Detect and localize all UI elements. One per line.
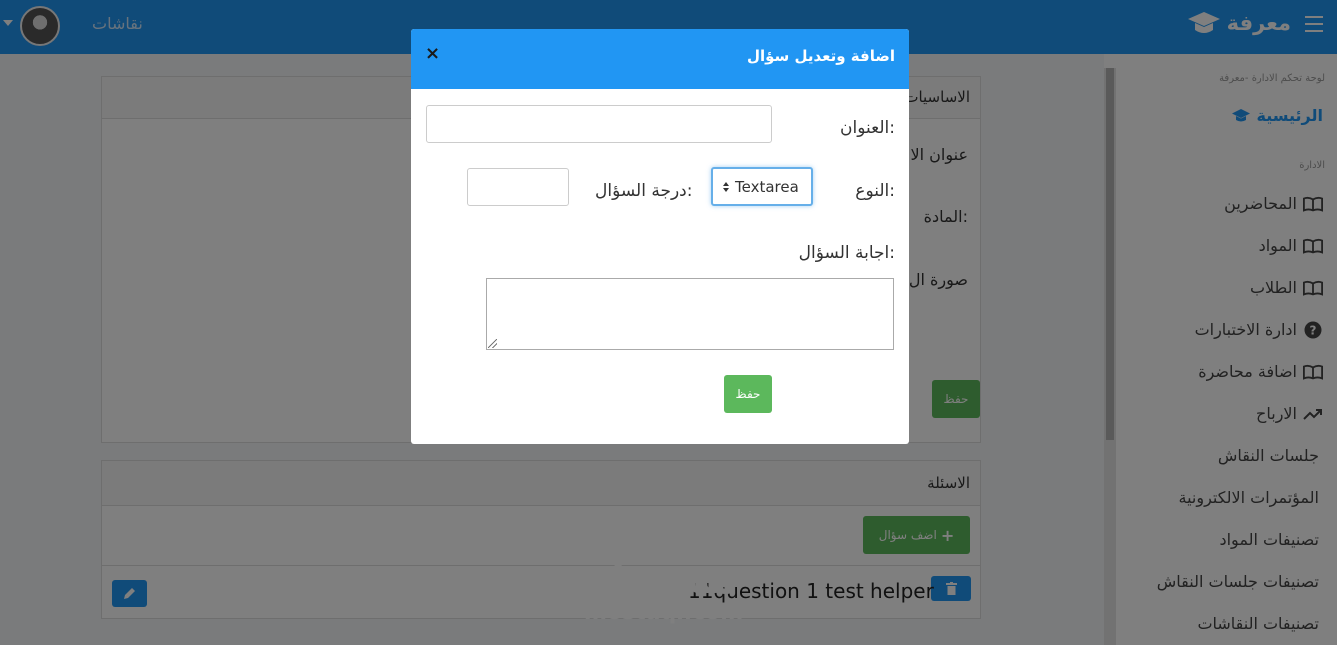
- resize-handle-icon[interactable]: [488, 339, 497, 348]
- close-icon[interactable]: ×: [425, 43, 440, 64]
- title-input[interactable]: [426, 105, 772, 143]
- modal-header: اضافة وتعديل سؤال ×: [411, 29, 909, 89]
- type-select[interactable]: Textarea: [711, 167, 813, 206]
- type-label: النوع:: [855, 181, 895, 201]
- title-label: العنوان:: [840, 118, 895, 138]
- answer-textarea[interactable]: [486, 278, 894, 350]
- answer-label: اجابة السؤال:: [798, 243, 895, 263]
- grade-input[interactable]: [467, 168, 569, 206]
- modal-title: اضافة وتعديل سؤال: [746, 47, 895, 65]
- question-modal: اضافة وتعديل سؤال × العنوان: النوع: Text…: [411, 29, 909, 444]
- grade-label: درجة السؤال:: [595, 181, 693, 201]
- modal-save-button[interactable]: حفظ: [724, 375, 772, 413]
- type-select-value: Textarea: [735, 177, 799, 196]
- select-arrows-icon: [723, 181, 729, 192]
